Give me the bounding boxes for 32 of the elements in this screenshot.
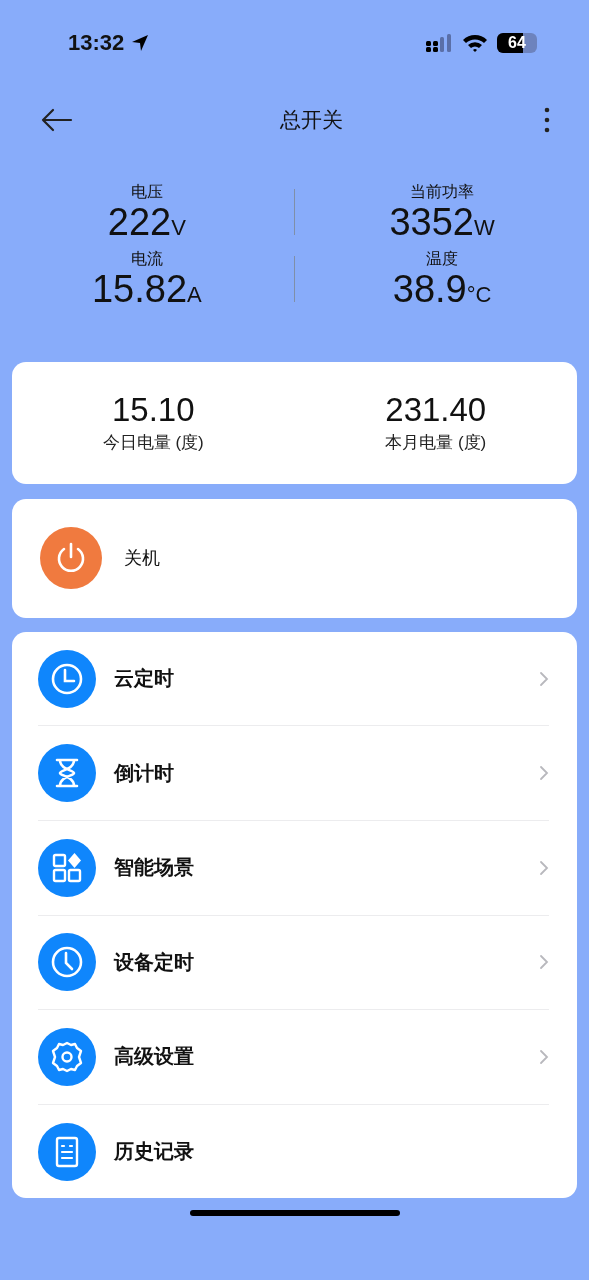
- menu-item[interactable]: 设备定时: [38, 915, 549, 1011]
- metric-value: 3352W: [389, 203, 495, 243]
- more-icon: [543, 107, 551, 133]
- menu-item[interactable]: 倒计时: [38, 726, 549, 821]
- energy-label: 本月电量 (度): [385, 432, 487, 455]
- grid-icon: [38, 838, 96, 897]
- location-arrow-icon: [130, 33, 151, 53]
- metric-label: 温度: [426, 248, 459, 269]
- energy-value: 231.40: [385, 391, 487, 430]
- energy-value: 15.10: [111, 391, 195, 430]
- metric-label: 电压: [130, 182, 163, 202]
- menu-item[interactable]: 历史记录: [38, 1104, 549, 1199]
- status-time: 13:32: [68, 30, 125, 56]
- metric-value: 222V: [107, 203, 186, 243]
- hourglass-icon: [38, 744, 96, 803]
- metric-label: 电流: [130, 248, 163, 269]
- clock-icon: [38, 649, 96, 708]
- signal-icon: [425, 33, 453, 53]
- back-arrow-icon: [40, 108, 74, 132]
- clock-icon: [38, 933, 96, 992]
- power-label: 关机: [124, 547, 160, 571]
- metric-label: 当前功率: [410, 182, 475, 202]
- page-title: 总开关: [280, 107, 343, 133]
- document-icon: [38, 1122, 96, 1181]
- wifi-icon: [462, 33, 488, 53]
- menu-item[interactable]: 智能场景: [38, 820, 549, 916]
- menu-item[interactable]: 云定时: [38, 631, 549, 727]
- menu-item[interactable]: 高级设置: [38, 1010, 549, 1105]
- metric-value: 38.9°C: [392, 269, 492, 310]
- metric-value: 15.82A: [92, 269, 202, 310]
- energy-label: 今日电量 (度): [102, 432, 204, 455]
- settings-icon: [38, 1027, 96, 1086]
